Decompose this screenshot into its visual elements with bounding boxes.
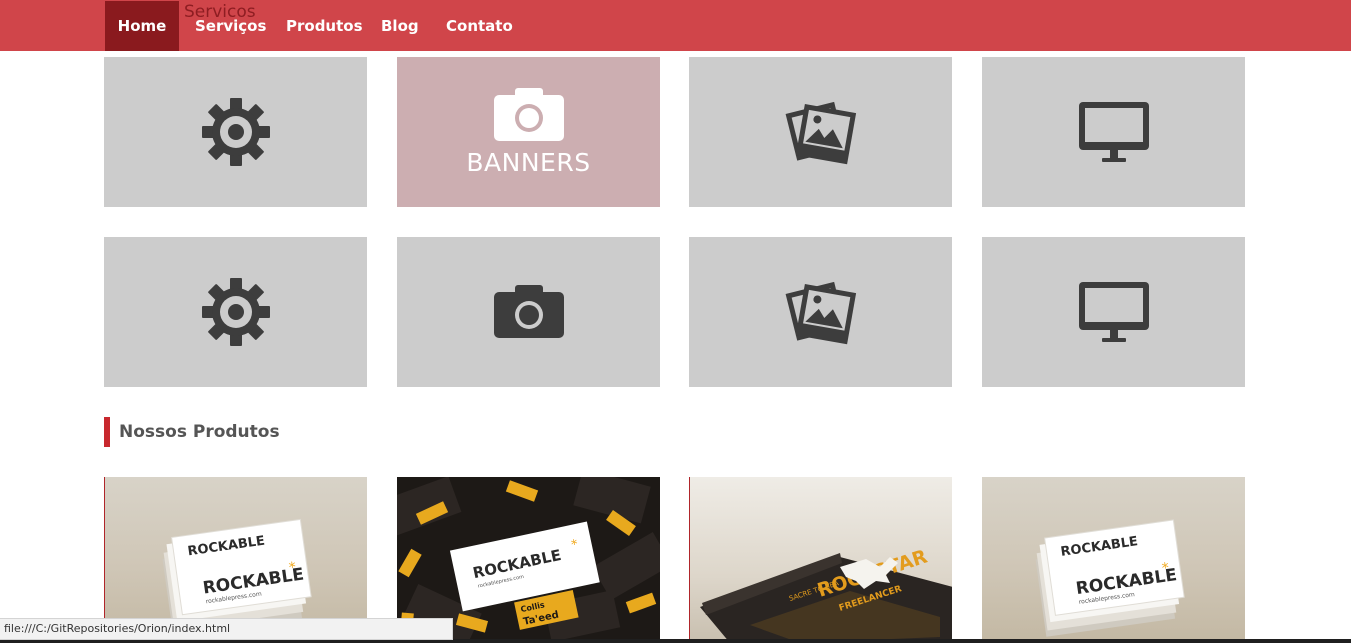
- gear-icon: [201, 98, 270, 166]
- service-tile-photos-2[interactable]: [689, 237, 952, 387]
- service-tile-photos[interactable]: [689, 57, 952, 207]
- monitor-icon: [1078, 282, 1149, 342]
- nav-item-servicos[interactable]: Serviços: [195, 1, 266, 51]
- gear-icon: [201, 278, 270, 346]
- section-accent-bar: [104, 417, 110, 447]
- camera-icon: [493, 87, 564, 141]
- product-card-4[interactable]: ROCKABLE ROCKABLE * rockablepress.com: [982, 477, 1245, 643]
- product-image-business-cards-2: ROCKABLE ROCKABLE * rockablepress.com: [1035, 519, 1185, 637]
- camera-icon: [493, 285, 564, 338]
- product-card-3[interactable]: ROCKSTAR FREELANCER SACRE TO BEA: [689, 477, 952, 643]
- photos-icon: [785, 101, 856, 165]
- service-tile-gear-2[interactable]: [104, 237, 367, 387]
- product-image-book: ROCKSTAR FREELANCER SACRE TO BEA: [700, 546, 952, 643]
- photos-icon: [785, 281, 856, 345]
- browser-status-url: file:///C:/GitRepositories/Orion/index.h…: [0, 618, 453, 640]
- banners-label: BANNERS: [466, 147, 591, 177]
- nav-item-contato[interactable]: Contato: [446, 1, 513, 51]
- service-tile-monitor[interactable]: [982, 57, 1245, 207]
- service-tile-camera-2[interactable]: [397, 237, 660, 387]
- nav-item-produtos[interactable]: Produtos: [286, 1, 363, 51]
- service-tile-monitor-2[interactable]: [982, 237, 1245, 387]
- nav-item-home[interactable]: Home: [105, 1, 179, 51]
- service-tile-gear[interactable]: [104, 57, 367, 207]
- products-section-title: Nossos Produtos: [119, 422, 280, 442]
- monitor-icon: [1078, 102, 1149, 162]
- service-tile-banners[interactable]: BANNERS: [397, 57, 660, 207]
- nav-item-blog[interactable]: Blog: [381, 1, 419, 51]
